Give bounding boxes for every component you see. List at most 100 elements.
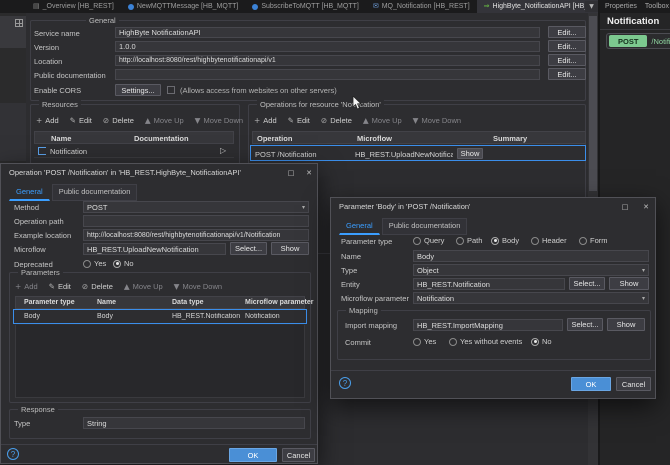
operation-badge[interactable]: POST /Notification	[606, 33, 670, 49]
show-entity-button[interactable]: Show	[609, 277, 649, 290]
edit-label: Edit	[296, 116, 310, 125]
cancel-button[interactable]: Cancel	[282, 448, 315, 462]
move-up-button[interactable]: ▲ Move Up	[124, 282, 163, 291]
microflow-label: Microflow	[14, 245, 46, 254]
parameter-type-query-radio[interactable]: Query	[413, 236, 444, 245]
select-import-mapping-button[interactable]: Select...	[567, 318, 603, 331]
tab-properties[interactable]: Properties	[605, 3, 637, 10]
edit-button[interactable]: ✎ Edit	[70, 116, 92, 125]
close-icon[interactable]: ✕	[640, 201, 652, 212]
operation-dialog-titlebar: Operation 'POST /Notification' in 'HB_RE…	[1, 164, 317, 181]
expand-icon[interactable]: ▷	[220, 146, 226, 155]
move-down-button[interactable]: ▼ Move Down	[174, 282, 222, 291]
ok-button[interactable]: OK	[571, 377, 611, 391]
resources-legend: Resources	[39, 100, 81, 109]
chevron-down-icon: ▾	[641, 295, 645, 302]
radio-label: Yes	[94, 259, 107, 268]
edit-location-button[interactable]: Edit...	[548, 54, 586, 66]
type-select[interactable]: Object ▾	[413, 264, 649, 276]
delete-button[interactable]: ⊘ Delete	[321, 116, 352, 125]
add-button[interactable]: + Add	[15, 282, 38, 291]
parameters-table-empty-area	[15, 325, 305, 398]
show-import-mapping-button[interactable]: Show	[607, 318, 645, 331]
tab-general[interactable]: General	[339, 218, 380, 235]
help-icon[interactable]: ?	[339, 377, 351, 389]
resources-table-header: Name Documentation	[34, 131, 234, 144]
microflow-input[interactable]: HB_REST.UploadNewNotification	[83, 243, 226, 255]
edit-button[interactable]: ✎ Edit	[288, 116, 310, 125]
tab-overflow-button[interactable]: ▼	[585, 1, 598, 12]
commit-yes-radio[interactable]: Yes	[413, 337, 436, 346]
edit-button[interactable]: ✎ Edit	[49, 282, 71, 291]
tab-newmqttmessage[interactable]: NewMQTTMessage [HB_MQTT]	[121, 0, 246, 13]
tab-mq-notification[interactable]: ✉ MQ_Notification [HB_REST]	[366, 0, 477, 13]
deprecated-no-radio[interactable]: No	[113, 259, 134, 268]
delete-button[interactable]: ⊘ Delete	[82, 282, 113, 291]
ok-button[interactable]: OK	[229, 448, 277, 462]
parameter-type-path-radio[interactable]: Path	[456, 236, 482, 245]
parameter-type-form-radio[interactable]: Form	[579, 236, 608, 245]
entity-input[interactable]: HB_REST.Notification	[413, 278, 565, 290]
commit-yes-without-events-radio[interactable]: Yes without events	[449, 337, 522, 346]
operation-path-input[interactable]	[83, 215, 309, 227]
close-icon[interactable]: ✕	[303, 167, 315, 178]
maximize-icon[interactable]: □	[285, 167, 297, 178]
delete-button[interactable]: ⊘ Delete	[103, 116, 134, 125]
operation-dialog-title: Operation 'POST /Notification' in 'HB_RE…	[9, 168, 241, 177]
tab-subscribetomqtt[interactable]: SubscribeToMQTT [HB_MQTT]	[245, 0, 366, 13]
general-legend: General	[86, 16, 119, 25]
cors-checkbox[interactable]	[167, 86, 175, 94]
tab-public-documentation[interactable]: Public documentation	[51, 184, 138, 201]
move-down-button[interactable]: ▼ Move Down	[195, 116, 243, 125]
edit-icon: ✎	[287, 116, 294, 125]
move-up-button[interactable]: ▲ Move Up	[145, 116, 184, 125]
edit-public-documentation-button[interactable]: Edit...	[548, 68, 586, 80]
import-mapping-input[interactable]: HB_REST.ImportMapping	[413, 319, 563, 331]
response-type-input[interactable]: String	[83, 417, 305, 429]
tab-overview[interactable]: ▤ _Overview [HB_REST]	[26, 0, 121, 13]
parameter-type-header-radio[interactable]: Header	[531, 236, 567, 245]
tab-toolbox[interactable]: Toolbox	[645, 3, 669, 10]
cors-settings-button[interactable]: Settings...	[115, 84, 161, 96]
add-button[interactable]: + Add	[254, 116, 277, 125]
post-method-badge: POST	[609, 35, 648, 47]
edit-service-name-button[interactable]: Edit...	[548, 26, 586, 38]
deprecated-yes-radio[interactable]: Yes	[83, 259, 106, 268]
scrollbar-thumb[interactable]	[589, 16, 597, 191]
parameter-type-body-radio[interactable]: Body	[491, 236, 519, 245]
parameter-row-body[interactable]: Body Body HB_REST.Notification (Im... No…	[13, 309, 307, 324]
select-entity-button[interactable]: Select...	[569, 277, 605, 290]
operations-table-header: Operation Microflow Summary	[252, 131, 586, 144]
show-microflow-button[interactable]: Show	[271, 242, 309, 255]
column-name: Name	[97, 299, 117, 306]
select-microflow-button[interactable]: Select...	[230, 242, 267, 255]
parameter-dialog-titlebar: Parameter 'Body' in 'POST /Notification'	[331, 198, 655, 215]
move-down-button[interactable]: ▼ Move Down	[413, 116, 461, 125]
tab-public-documentation[interactable]: Public documentation	[381, 218, 468, 235]
commit-no-radio[interactable]: No	[531, 337, 552, 346]
maximize-icon[interactable]: □	[619, 201, 631, 212]
column-parameter-type: Parameter type	[24, 299, 75, 306]
move-up-label: Move Up	[132, 282, 163, 291]
location-input[interactable]: http://localhost:8080/rest/highbytenotif…	[115, 55, 540, 66]
microflow-parameter-select[interactable]: Notification ▾	[413, 292, 649, 304]
move-up-button[interactable]: ▲ Move Up	[363, 116, 402, 125]
operation-row-post-notification[interactable]: POST /Notification HB_REST.UploadNewNoti…	[250, 145, 586, 161]
service-name-input[interactable]: HighByte NotificationAPI	[115, 27, 540, 38]
tab-general[interactable]: General	[9, 184, 50, 201]
microflow-icon	[127, 3, 134, 10]
grid-panel-icon[interactable]	[15, 19, 23, 27]
edit-version-button[interactable]: Edit...	[548, 40, 586, 52]
add-button[interactable]: + Add	[36, 116, 59, 125]
version-value: 1.0.0	[119, 42, 136, 51]
method-select[interactable]: POST ▾	[83, 201, 309, 213]
add-label: Add	[45, 116, 59, 125]
show-microflow-button[interactable]: Show	[457, 148, 483, 159]
cancel-button[interactable]: Cancel	[616, 377, 651, 391]
example-location-input[interactable]: http://localhost:8080/rest/highbytenotif…	[83, 229, 309, 241]
public-documentation-input[interactable]	[115, 69, 540, 80]
help-icon[interactable]: ?	[7, 448, 19, 460]
name-input[interactable]: Body	[413, 250, 649, 262]
version-input[interactable]: 1.0.0	[115, 41, 540, 52]
resource-row-notification[interactable]: Notification ▷	[34, 144, 234, 158]
